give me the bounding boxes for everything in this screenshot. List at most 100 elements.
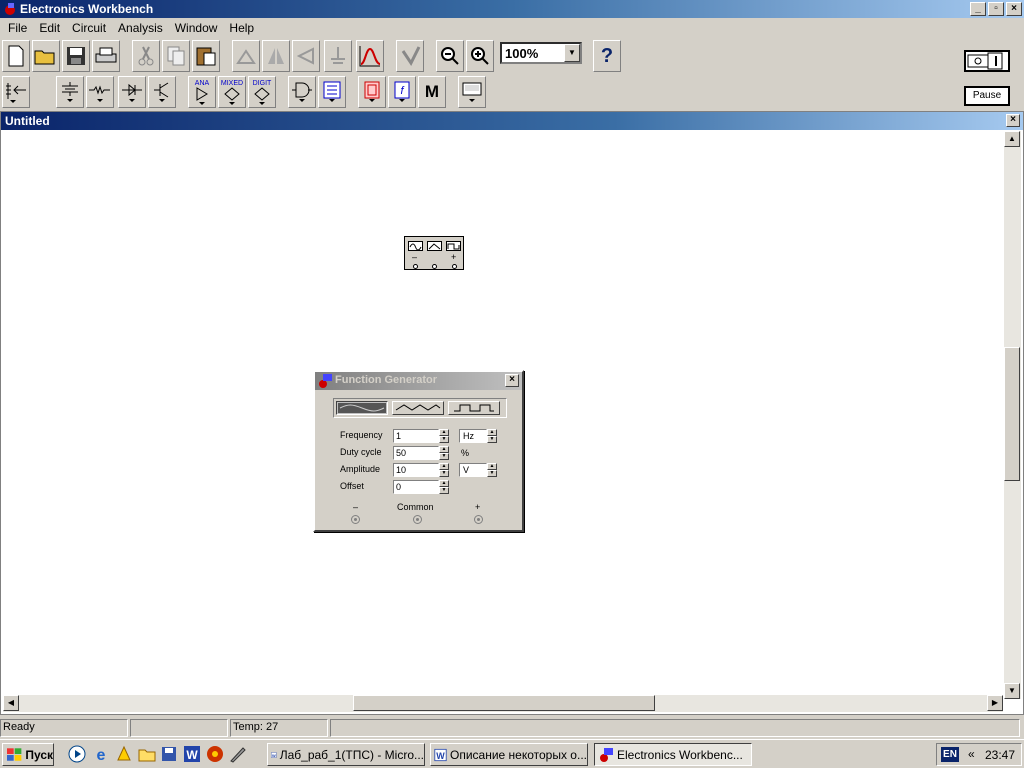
frequency-unit-field[interactable]: Hz	[459, 429, 487, 443]
graph-button[interactable]	[356, 40, 384, 72]
favorites-bin-button[interactable]	[2, 76, 30, 108]
menu-file[interactable]: File	[2, 21, 33, 35]
offset-stepper[interactable]: ▲ ▼	[439, 480, 449, 494]
common-terminal[interactable]	[432, 264, 437, 269]
basic-bin-button[interactable]	[86, 76, 114, 108]
menu-edit[interactable]: Edit	[33, 21, 66, 35]
print-button[interactable]	[92, 40, 120, 72]
duty-cycle-field[interactable]: 50	[393, 446, 439, 460]
cut-button[interactable]	[132, 40, 160, 72]
save-button[interactable]	[62, 40, 90, 72]
sine-waveform-button[interactable]	[336, 401, 388, 415]
word-icon[interactable]: W	[183, 745, 201, 763]
triangle-waveform-button[interactable]	[392, 401, 444, 415]
task-electronics-workbench[interactable]: Electronics Workbenc...	[594, 743, 752, 766]
diodes-bin-button[interactable]	[118, 76, 146, 108]
dialog-plus-terminal[interactable]	[474, 515, 483, 524]
zoom-out-button[interactable]	[436, 40, 464, 72]
vertical-scroll-thumb[interactable]	[1004, 347, 1020, 481]
disk-icon[interactable]	[160, 745, 178, 763]
zoom-in-button[interactable]	[466, 40, 494, 72]
copy-button[interactable]	[162, 40, 190, 72]
task-word-lab[interactable]: W Лаб_раб_1(ТПС) - Micro...	[267, 743, 425, 766]
help-icon: ?	[600, 44, 614, 67]
menu-window[interactable]: Window	[169, 21, 224, 35]
media-player-icon[interactable]	[68, 745, 86, 763]
digital-ics-bin-button[interactable]: DIGIT	[248, 76, 276, 108]
menubar: File Edit Circuit Analysis Window Help	[0, 18, 1024, 38]
chevron-down-icon[interactable]: ▼	[564, 44, 580, 62]
dialog-common-terminal[interactable]	[413, 515, 422, 524]
open-file-button[interactable]	[32, 40, 60, 72]
main-toolbar: 100% ▼ ?	[0, 38, 1024, 74]
frequency-unit-stepper[interactable]: ▲ ▼	[487, 429, 497, 443]
amplitude-stepper[interactable]: ▲ ▼	[439, 463, 449, 477]
status-empty-cell	[130, 719, 228, 737]
paste-button[interactable]	[192, 40, 220, 72]
tray-expand-icon[interactable]: «	[968, 747, 975, 761]
minimize-button[interactable]: _	[970, 2, 986, 16]
svg-text:W: W	[436, 751, 445, 761]
record-icon[interactable]	[206, 745, 224, 763]
square-waveform-button[interactable]	[448, 401, 500, 415]
amplitude-unit-stepper[interactable]: ▲ ▼	[487, 463, 497, 477]
controls-bin-button[interactable]: f	[388, 76, 416, 108]
word-doc-icon: W	[271, 751, 277, 757]
subcircuit-button[interactable]	[324, 40, 352, 72]
frequency-field[interactable]: 1	[393, 429, 439, 443]
help-button[interactable]: ?	[593, 40, 621, 72]
start-button[interactable]: Пуск	[2, 743, 54, 766]
internet-explorer-icon[interactable]: e	[92, 745, 110, 763]
triangle-wave-icon	[427, 241, 442, 251]
dialog-close-button[interactable]: ×	[505, 374, 519, 387]
clock[interactable]: 23:47	[985, 748, 1015, 762]
horizontal-scroll-thumb[interactable]	[353, 695, 655, 711]
dialog-minus-terminal[interactable]	[351, 515, 360, 524]
pause-button[interactable]: Pause	[964, 86, 1010, 106]
amplitude-unit-field[interactable]: V	[459, 463, 487, 477]
instruments-bin-button[interactable]	[458, 76, 486, 108]
circuit-window-close-button[interactable]: ×	[1006, 114, 1020, 127]
restore-button[interactable]: ▫	[988, 2, 1004, 16]
sources-bin-button[interactable]	[56, 76, 84, 108]
menu-circuit[interactable]: Circuit	[66, 21, 112, 35]
duty-cycle-stepper[interactable]: ▲ ▼	[439, 446, 449, 460]
status-temperature: Temp: 27	[230, 719, 328, 737]
plus-sign: +	[451, 252, 457, 262]
folder-icon[interactable]	[138, 745, 156, 763]
zoom-select[interactable]: 100% ▼	[500, 42, 582, 64]
scroll-down-button[interactable]: ▼	[1004, 683, 1020, 699]
winamp-icon[interactable]	[115, 745, 133, 763]
scroll-right-button[interactable]: ▶	[987, 695, 1003, 711]
flip-horizontal-button[interactable]	[292, 40, 320, 72]
analog-ics-bin-button[interactable]: ANA	[188, 76, 216, 108]
amplitude-field[interactable]: 10	[393, 463, 439, 477]
flip-vertical-button[interactable]	[262, 40, 290, 72]
indicators-bin-button[interactable]	[358, 76, 386, 108]
power-switch[interactable]	[964, 50, 1010, 72]
frequency-stepper[interactable]: ▲ ▼	[439, 429, 449, 443]
parts-bin-toolbar: ANA MIXED DIGIT f M Pause	[0, 74, 1024, 110]
rotate-button[interactable]	[232, 40, 260, 72]
transistors-bin-button[interactable]	[148, 76, 176, 108]
digital-bin-button[interactable]	[318, 76, 346, 108]
task-word-description[interactable]: W Описание некоторых о...	[430, 743, 588, 766]
new-file-button[interactable]	[2, 40, 30, 72]
horizontal-scrollbar[interactable]: ◀ ▶	[3, 695, 1003, 712]
logic-gates-bin-button[interactable]	[288, 76, 316, 108]
minus-terminal[interactable]	[413, 264, 418, 269]
function-generator-component[interactable]: – +	[404, 236, 464, 270]
component-properties-button[interactable]	[396, 40, 424, 72]
plus-terminal[interactable]	[452, 264, 457, 269]
paint-icon[interactable]	[229, 745, 247, 763]
menu-analysis[interactable]: Analysis	[112, 21, 169, 35]
language-indicator[interactable]: EN	[941, 747, 959, 762]
offset-field[interactable]: 0	[393, 480, 439, 494]
scroll-up-button[interactable]: ▲	[1004, 131, 1020, 147]
miscellaneous-bin-button[interactable]: M	[418, 76, 446, 108]
scroll-left-button[interactable]: ◀	[3, 695, 19, 711]
mixed-ics-bin-button[interactable]: MIXED	[218, 76, 246, 108]
menu-help[interactable]: Help	[223, 21, 260, 35]
vertical-scrollbar[interactable]: ▲ ▼	[1004, 131, 1021, 699]
close-button[interactable]: ×	[1006, 2, 1022, 16]
